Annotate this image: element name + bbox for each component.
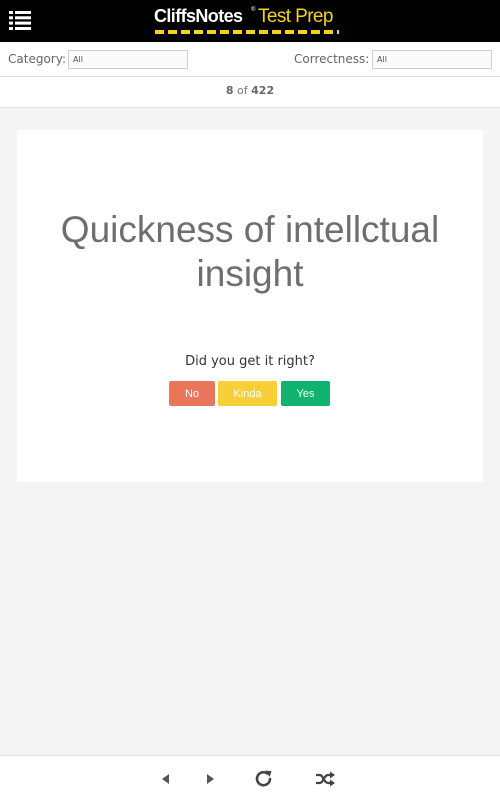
category-label: Category:: [8, 52, 66, 66]
app-logo: CliffsNotes ® Test Prep: [154, 5, 344, 37]
flashcard[interactable]: Quickness of intellctual insight Did you…: [17, 130, 483, 482]
kinda-button[interactable]: Kinda: [218, 381, 277, 406]
yes-button[interactable]: Yes: [281, 381, 330, 406]
logo-registered-mark: ®: [251, 7, 256, 13]
self-assessment-prompt: Did you get it right?: [185, 354, 315, 369]
correctness-label: Correctness:: [294, 52, 370, 66]
logo-product: Test Prep: [258, 6, 333, 27]
hamburger-list-icon[interactable]: [9, 11, 31, 30]
logo-hazard-stripe: [155, 30, 339, 34]
shuffle-icon[interactable]: [314, 768, 336, 790]
counter-current: 8: [225, 84, 234, 97]
category-select[interactable]: All: [68, 50, 188, 69]
next-icon[interactable]: [199, 768, 221, 790]
flashcard-text: Quickness of intellctual insight: [60, 209, 440, 294]
bottom-nav-bar: [0, 755, 500, 800]
counter-total: 422: [251, 84, 275, 97]
card-counter: 8 of 422: [0, 77, 500, 108]
filter-bar: Category: All Correctness: All: [0, 42, 500, 77]
no-button[interactable]: No: [169, 381, 215, 406]
correctness-select[interactable]: All: [372, 50, 492, 69]
app-header: CliffsNotes ® Test Prep: [0, 0, 500, 42]
counter-separator: of: [237, 84, 248, 97]
reload-icon[interactable]: [253, 768, 275, 790]
previous-icon[interactable]: [155, 768, 177, 790]
logo-brand: CliffsNotes: [154, 6, 243, 26]
